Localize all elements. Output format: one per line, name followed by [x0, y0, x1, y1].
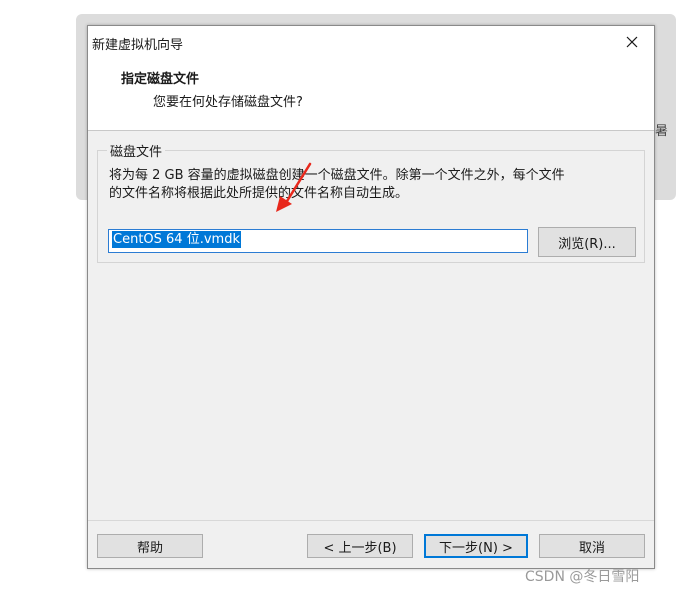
page-subtitle: 您要在何处存储磁盘文件? — [153, 95, 303, 110]
close-icon — [626, 36, 638, 48]
help-button[interactable]: 帮助 — [97, 534, 203, 558]
close-button[interactable] — [610, 26, 654, 58]
disk-file-group: 磁盘文件 将为每 2 GB 容量的虚拟磁盘创建一个磁盘文件。除第一个文件之外，每… — [97, 141, 645, 263]
disk-file-name-input[interactable]: CentOS 64 位.vmdk — [108, 229, 528, 253]
browse-button[interactable]: 浏览(R)... — [538, 227, 636, 257]
new-vm-wizard-dialog: 新建虚拟机向导 指定磁盘文件 您要在何处存储磁盘文件? 磁盘文件 将为每 2 G… — [87, 25, 655, 569]
background-edge-text: 暑 — [655, 124, 669, 139]
annotation-arrow-icon — [276, 162, 312, 212]
description-line-1: 将为每 2 GB 容量的虚拟磁盘创建一个磁盘文件。除第一个文件之外，每个文件 — [109, 168, 565, 183]
back-button[interactable]: < 上一步(B) — [307, 534, 413, 558]
watermark-text: CSDN @冬日雪阳 — [525, 569, 640, 585]
footer-divider — [88, 520, 654, 521]
group-legend: 磁盘文件 — [107, 141, 166, 160]
group-description: 将为每 2 GB 容量的虚拟磁盘创建一个磁盘文件。除第一个文件之外，每个文件 的… — [109, 167, 639, 203]
description-line-2: 的文件名称将根据此处所提供的文件名称自动生成。 — [109, 186, 409, 201]
selected-text: CentOS 64 位.vmdk — [112, 231, 241, 248]
title-bar: 新建虚拟机向导 — [88, 26, 654, 58]
cancel-button[interactable]: 取消 — [539, 534, 645, 558]
window-title: 新建虚拟机向导 — [92, 38, 184, 53]
wizard-header: 指定磁盘文件 您要在何处存储磁盘文件? — [88, 58, 654, 131]
page-title: 指定磁盘文件 — [121, 72, 200, 87]
next-button[interactable]: 下一步(N) > — [424, 534, 528, 558]
